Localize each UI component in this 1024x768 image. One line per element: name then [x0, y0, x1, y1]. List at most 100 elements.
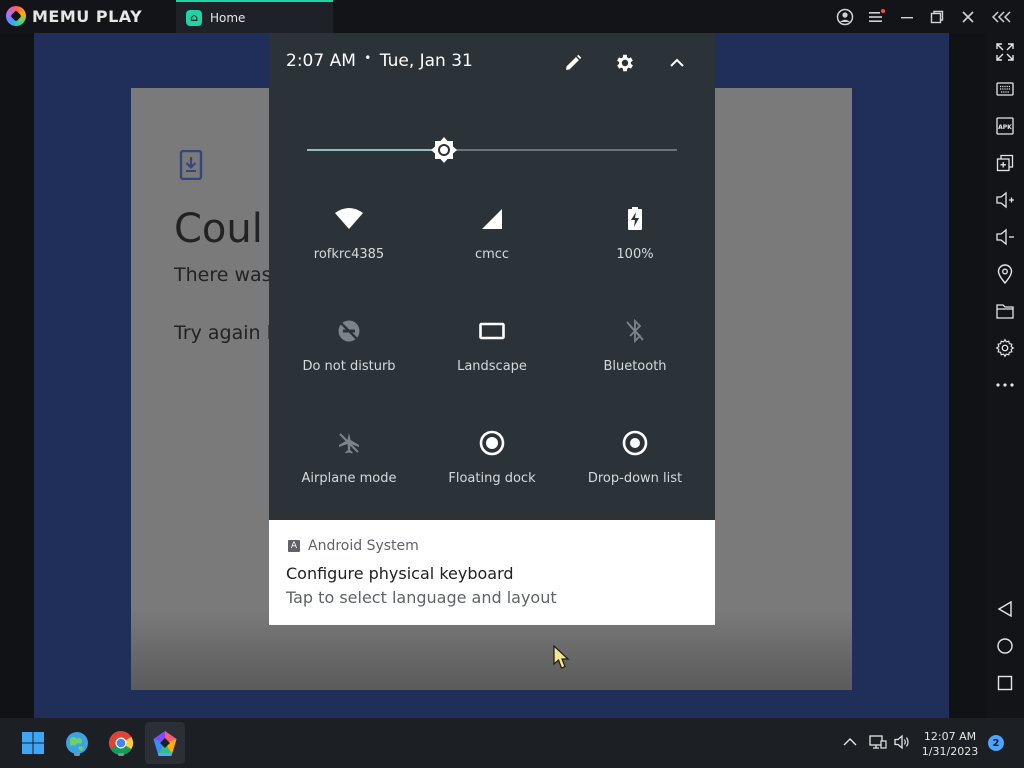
apk-install-button[interactable]: APK — [994, 115, 1015, 136]
brightness-slider[interactable] — [307, 137, 677, 163]
recents-icon — [997, 675, 1012, 690]
notification-count-badge[interactable]: 2 — [988, 735, 1004, 751]
landscape-icon — [479, 322, 505, 340]
do-not-disturb-icon — [338, 320, 360, 342]
tile-drop-down-list[interactable]: Drop-down list — [565, 425, 705, 505]
system-clock[interactable]: 12:07 AM 1/31/2023 — [920, 729, 980, 759]
android-home-button[interactable] — [994, 635, 1015, 656]
emulator-settings-button[interactable] — [994, 337, 1015, 358]
volume-down-icon — [995, 228, 1014, 245]
app-error-description: There was — [174, 264, 272, 286]
menu-icon — [869, 9, 885, 22]
chevron-up-icon — [670, 58, 684, 67]
volume-tray[interactable] — [892, 732, 912, 752]
close-button[interactable] — [957, 6, 979, 28]
collapse-shade-button[interactable] — [665, 51, 689, 75]
tab-label: Home — [210, 10, 246, 25]
clock-time: 12:07 AM — [923, 730, 977, 743]
pencil-icon — [566, 54, 582, 70]
chevron-up-icon — [843, 738, 857, 746]
volume-up-button[interactable] — [994, 189, 1015, 210]
multi-instance-icon — [996, 154, 1013, 171]
cell-signal-icon — [482, 209, 502, 229]
settings-button[interactable] — [613, 51, 637, 75]
taskbar-widgets[interactable] — [62, 728, 92, 758]
collapse-sidebar-button[interactable] — [992, 6, 1014, 28]
quick-settings-panel: 2:07 AM • Tue, Jan 31 rofkrc4385 cmcc 10… — [269, 33, 715, 520]
emulator-left-margin — [0, 33, 34, 718]
keyboard-button[interactable] — [994, 78, 1015, 99]
wifi-icon — [335, 208, 363, 229]
taskbar-indicator — [118, 753, 124, 756]
tile-floating-dock[interactable]: Floating dock — [422, 425, 562, 505]
tab-home[interactable]: ⌂ Home — [176, 0, 333, 33]
network-tray[interactable] — [868, 732, 888, 752]
tile-label: Landscape — [457, 359, 527, 374]
taskbar-memu[interactable] — [150, 728, 180, 758]
show-hidden-icons-button[interactable] — [840, 732, 860, 752]
windows-logo-icon — [22, 732, 44, 754]
notification-app-row: A Android System — [288, 538, 419, 554]
emulator-right-margin — [949, 33, 985, 718]
app-retry-text: Try again la — [174, 322, 284, 344]
start-button[interactable] — [18, 728, 48, 758]
tile-label: Airplane mode — [301, 471, 397, 486]
maximize-button[interactable] — [926, 6, 948, 28]
android-recents-button[interactable] — [994, 672, 1015, 693]
volume-up-icon — [995, 191, 1014, 208]
notification-card[interactable]: A Android System Configure physical keyb… — [269, 520, 715, 625]
tile-wifi[interactable]: rofkrc4385 — [279, 201, 419, 281]
close-icon — [962, 11, 974, 23]
tile-bluetooth[interactable]: Bluetooth — [565, 313, 705, 393]
tile-label: Do not disturb — [302, 359, 396, 374]
back-icon — [997, 600, 1012, 617]
keyboard-icon — [995, 81, 1014, 96]
tile-label: Bluetooth — [603, 359, 667, 374]
android-system-icon: A — [288, 540, 300, 552]
floating-dock-icon — [479, 430, 505, 456]
airplane-icon — [339, 433, 359, 454]
tile-landscape[interactable]: Landscape — [422, 313, 562, 393]
multi-instance-button[interactable] — [994, 152, 1015, 173]
tile-cellular[interactable]: cmcc — [422, 201, 562, 281]
speaker-icon — [894, 734, 909, 750]
location-icon — [997, 263, 1012, 284]
app-error-title: Coul — [174, 206, 263, 252]
notification-text: Tap to select language and layout — [286, 588, 557, 607]
memu-home-icon: ⌂ — [186, 9, 202, 26]
title-bar: MEMU PLAY ⌂ Home — [0, 0, 1024, 33]
shade-actions — [561, 51, 689, 75]
clock-date: 1/31/2023 — [921, 745, 979, 758]
location-button[interactable] — [994, 263, 1015, 284]
tile-battery[interactable]: 100% — [565, 201, 705, 281]
brightness-slider-fill — [307, 149, 444, 151]
windows-taskbar: 12:07 AM 1/31/2023 2 — [0, 718, 1024, 768]
tile-airplane-mode[interactable]: Airplane mode — [279, 425, 419, 505]
tile-label: cmcc — [474, 247, 510, 262]
account-icon — [836, 8, 854, 26]
tile-label: Drop-down list — [587, 471, 683, 486]
download-phone-icon — [179, 150, 203, 180]
fullscreen-button[interactable] — [994, 41, 1015, 62]
volume-down-button[interactable] — [994, 226, 1015, 247]
brightness-thumb[interactable] — [430, 136, 458, 164]
memu-logo-icon — [6, 6, 26, 26]
tile-label: rofkrc4385 — [313, 247, 385, 262]
edit-button[interactable] — [561, 51, 585, 75]
taskbar-chrome[interactable] — [106, 728, 136, 758]
more-button[interactable] — [994, 374, 1015, 395]
notification-app-name: Android System — [308, 538, 419, 554]
menu-button[interactable] — [865, 6, 887, 28]
shared-folder-button[interactable] — [994, 300, 1015, 321]
emulator-toolbar: APK — [985, 33, 1024, 718]
bluetooth-icon — [626, 319, 644, 343]
account-button[interactable] — [834, 6, 856, 28]
shade-datetime: 2:07 AM • Tue, Jan 31 — [286, 51, 473, 71]
network-icon — [869, 735, 887, 749]
tile-do-not-disturb[interactable]: Do not disturb — [279, 313, 419, 393]
brightness-icon — [431, 137, 457, 163]
android-back-button[interactable] — [994, 598, 1015, 619]
notification-title: Configure physical keyboard — [286, 564, 514, 583]
app-name: MEMU PLAY — [32, 6, 143, 26]
minimize-button[interactable] — [896, 6, 918, 28]
